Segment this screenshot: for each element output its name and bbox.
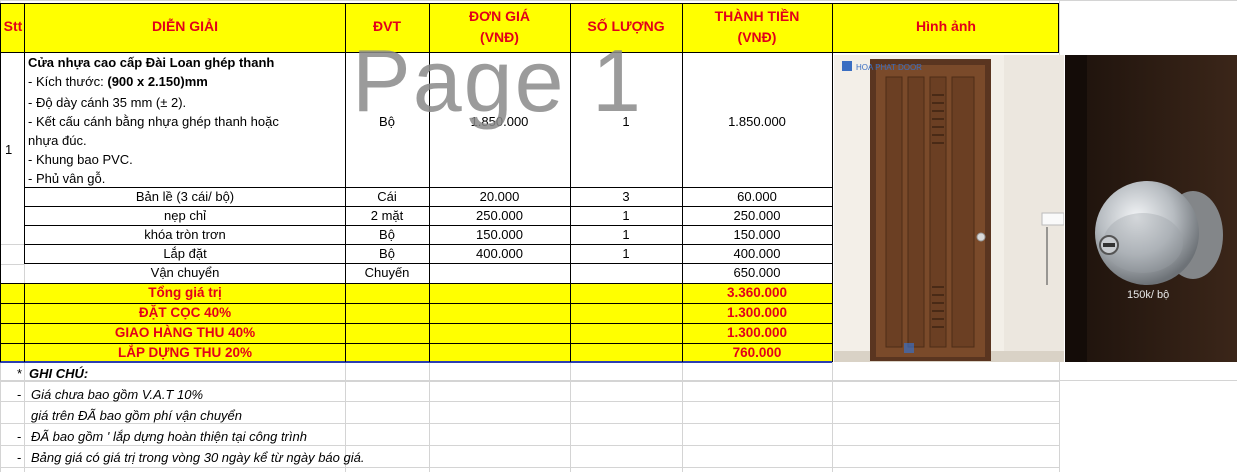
summary-delivery-value: 1.300.000 xyxy=(726,325,788,340)
main-item-total: 1.850.000 xyxy=(728,114,786,129)
header-quantity: SỐ LƯỢNG xyxy=(570,18,682,34)
header-total-line2: (VNĐ) xyxy=(682,29,832,45)
row-lock-total: 150.000 xyxy=(733,227,781,242)
image-caption: 150k/ bộ xyxy=(1127,289,1170,301)
summary-install-label: LẮP DỰNG THU 20% xyxy=(118,345,252,360)
main-item-frame: - Khung bao PVC. xyxy=(28,152,133,167)
note-line: Giá chưa bao gồm V.A.T 10% xyxy=(31,387,204,402)
header-image: Hình ảnh xyxy=(833,18,1059,34)
main-item-thickness: - Độ dày cánh 35 mm (± 2). xyxy=(28,95,187,110)
note-line: giá trên ĐÃ bao gồm phí vận chuyển xyxy=(31,408,243,423)
main-item-unit: Bộ xyxy=(379,114,395,129)
summary-total-label: Tổng giá trị xyxy=(148,285,222,300)
note-line: ĐÃ bao gồm ' lắp dựng hoàn thiện tại côn… xyxy=(31,429,307,444)
svg-text:HOA PHAT DOOR: HOA PHAT DOOR xyxy=(856,63,922,72)
row-lock-description: khóa tròn trơn xyxy=(144,227,226,242)
main-item-finish: - Phủ vân gỗ. xyxy=(28,171,106,186)
main-item-size: - Kích thước: (900 x 2.150)mm xyxy=(28,74,208,89)
row-shipping-total: 650.000 xyxy=(733,265,781,280)
row-install-unit-price: 400.000 xyxy=(476,246,523,261)
note-line: Bảng giá có giá trị trong vòng 30 ngày k… xyxy=(31,450,365,465)
row-lock-quantity: 1 xyxy=(622,227,630,242)
main-item-quantity: 1 xyxy=(622,114,630,129)
row-hinge-quantity: 3 xyxy=(622,189,630,204)
summary-deposit-label: ĐẶT CỌC 40% xyxy=(138,305,232,320)
row-hinge-total: 60.000 xyxy=(737,189,777,204)
row-shipping-unit: Chuyến xyxy=(364,265,410,280)
row-trim-unit-price: 250.000 xyxy=(476,208,523,223)
notes-star: * xyxy=(17,366,23,381)
row-install-unit: Bộ xyxy=(379,246,395,261)
row-hinge-unit: Cái xyxy=(377,189,397,204)
row-install-total: 400.000 xyxy=(733,246,781,261)
header-description: DIỄN GIẢI xyxy=(25,18,345,34)
row-trim-description: nẹp chỉ xyxy=(164,208,206,223)
row-trim-unit: 2 mặt xyxy=(370,208,404,223)
header-stt: Stt xyxy=(1,18,25,34)
main-item-stt: 1 xyxy=(5,142,13,157)
summary-install-value: 760.000 xyxy=(732,345,782,360)
row-trim-total: 250.000 xyxy=(733,208,781,223)
header-unit-price-line1: ĐƠN GIÁ xyxy=(429,8,570,24)
main-item-unit-price: 1.850.000 xyxy=(470,114,529,129)
summary-deposit-value: 1.300.000 xyxy=(726,305,788,320)
main-item-structure-line1: - Kết cấu cánh bằng nhựa ghép thanh hoặc xyxy=(28,114,279,129)
row-trim-quantity: 1 xyxy=(622,208,630,223)
summary-delivery-label: GIAO HÀNG THU 40% xyxy=(114,325,256,340)
summary-total-value: 3.360.000 xyxy=(726,285,788,300)
header-unit: ĐVT xyxy=(345,18,429,34)
row-install-quantity: 1 xyxy=(622,246,630,261)
row-hinge-unit-price: 20.000 xyxy=(479,189,520,204)
header-unit-price-line2: (VNĐ) xyxy=(429,29,570,45)
main-item-structure-line2: nhựa đúc. xyxy=(28,133,87,148)
notes-dash: - xyxy=(17,450,22,465)
notes-title: GHI CHÚ: xyxy=(29,366,89,381)
row-lock-unit: Bộ xyxy=(379,227,395,242)
main-item-title: Cửa nhựa cao cấp Đài Loan ghép thanh xyxy=(28,55,275,70)
notes-dash: - xyxy=(17,387,22,402)
header-total-line1: THÀNH TIỀN xyxy=(682,8,832,24)
row-install-description: Lắp đặt xyxy=(163,246,207,261)
row-shipping-description: Vận chuyển xyxy=(150,265,220,280)
row-hinge-description: Bản lề (3 cái/ bộ) xyxy=(135,189,235,204)
door-knob-photo-icon xyxy=(1065,55,1237,362)
door-photo-icon: HOA PHAT DOOR xyxy=(834,55,1064,362)
quotation-sheet: Stt DIỄN GIẢI ĐVT ĐƠN GIÁ (VNĐ) SỐ LƯỢNG… xyxy=(0,0,1237,472)
notes-dash: - xyxy=(17,429,22,444)
row-lock-unit-price: 150.000 xyxy=(476,227,523,242)
